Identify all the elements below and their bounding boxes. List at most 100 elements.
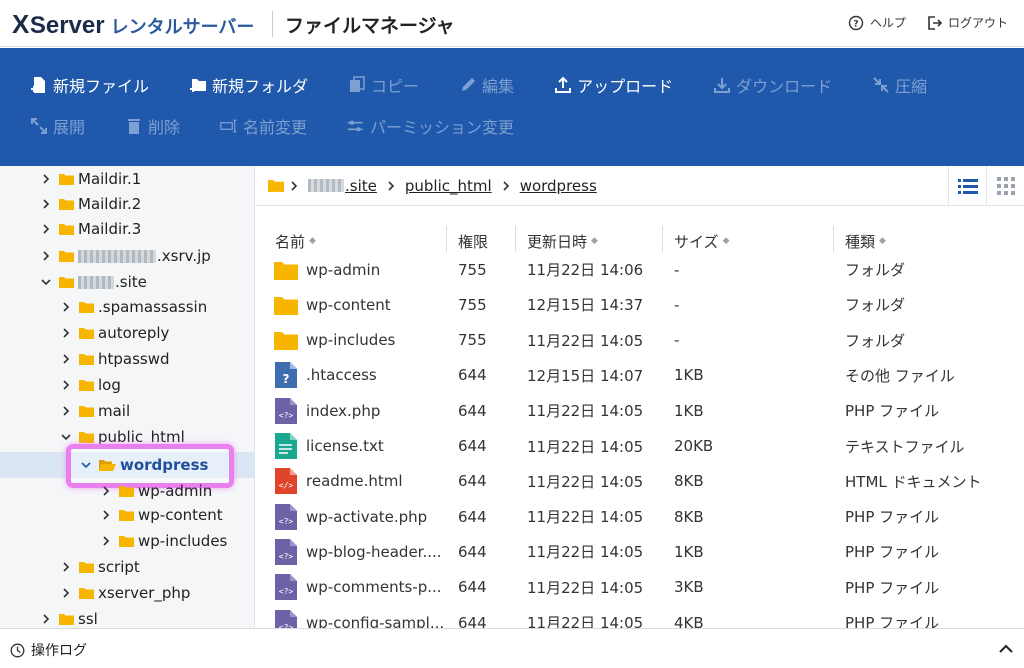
- download-button[interactable]: ダウンロード: [713, 74, 832, 96]
- file-name[interactable]: index.php: [306, 393, 380, 428]
- file-row[interactable]: <?> wp-comments-p... 644 11月22日 14:05 3KB PHP…: [256, 570, 1024, 605]
- file-row[interactable]: <?> index.php 644 11月22日 14:05 1KB PHP ファイル: [256, 393, 1024, 428]
- file-row[interactable]: <?> wp-activate.php 644 11月22日 14:05 8KB PHP …: [256, 499, 1024, 534]
- chevron-right-icon[interactable]: [100, 485, 112, 497]
- file-date: 11月22日 14:05: [527, 472, 644, 491]
- folder-icon: [268, 180, 284, 192]
- new-folder-icon: [190, 79, 207, 92]
- grid-view-button[interactable]: [986, 166, 1024, 206]
- redacted-text: [78, 249, 156, 263]
- file-permission: 644: [458, 578, 487, 597]
- chevron-right-icon[interactable]: [60, 561, 72, 573]
- extract-button[interactable]: 展開: [30, 115, 85, 137]
- tree-item-xserver-php[interactable]: xserver_php: [60, 580, 190, 606]
- breadcrumb-wordpress[interactable]: wordpress: [520, 177, 597, 195]
- operation-log-toggle[interactable]: 操作ログ: [10, 640, 87, 660]
- folder-icon: [79, 432, 94, 443]
- xserver-logo[interactable]: X Server レンタルサーバー: [12, 9, 254, 39]
- redacted-text: [78, 275, 114, 289]
- file-row[interactable]: wp-content 755 12月15日 14:37 - フォルダ: [256, 287, 1024, 322]
- chevron-right-icon[interactable]: [60, 587, 72, 599]
- file-row[interactable]: wp-includes 755 11月22日 14:05 - フォルダ: [256, 323, 1024, 358]
- chevron-right-icon[interactable]: [60, 379, 72, 391]
- new-file-button[interactable]: 新規ファイル: [30, 74, 149, 96]
- edit-button[interactable]: 編集: [459, 74, 514, 96]
- file-type: その他 ファイル: [845, 366, 955, 385]
- chevron-right-icon[interactable]: [40, 173, 52, 185]
- tree-item-wp-content[interactable]: wp-content: [100, 502, 223, 528]
- rename-button[interactable]: 名前変更: [220, 115, 307, 137]
- file-row[interactable]: license.txt 644 11月22日 14:05 20KB テキストファイル: [256, 429, 1024, 464]
- chevron-down-icon[interactable]: [60, 431, 72, 443]
- file-name[interactable]: wp-activate.php: [306, 499, 427, 534]
- copy-button[interactable]: コピー: [348, 74, 419, 96]
- tree-item-maildir1[interactable]: Maildir.1: [40, 166, 141, 192]
- chevron-right-icon[interactable]: [60, 353, 72, 365]
- chevron-down-icon[interactable]: [80, 459, 92, 471]
- chevron-down-icon[interactable]: [40, 276, 52, 288]
- file-name[interactable]: license.txt: [306, 429, 384, 464]
- file-permission: 755: [458, 331, 487, 350]
- chevron-up-icon[interactable]: [998, 641, 1014, 657]
- tree-item-spamassassin[interactable]: .spamassassin: [60, 294, 207, 320]
- tree-item-log[interactable]: log: [60, 372, 121, 398]
- file-type: PHP ファイル: [845, 402, 940, 421]
- chevron-right-icon[interactable]: [40, 198, 52, 210]
- file-name[interactable]: wp-content: [306, 287, 391, 322]
- chevron-right-icon[interactable]: [40, 223, 52, 235]
- tree-item-mail[interactable]: mail: [60, 398, 130, 424]
- column-header-type[interactable]: 種類 ◆: [845, 228, 886, 254]
- file-name[interactable]: wp-admin: [306, 252, 380, 287]
- breadcrumb-public-html[interactable]: public_html: [405, 177, 492, 195]
- tree-item-maildir3[interactable]: Maildir.3: [40, 216, 141, 242]
- file-row[interactable]: </> readme.html 644 11月22日 14:05 8KB HTML ドキュ…: [256, 464, 1024, 499]
- upload-button[interactable]: アップロード: [554, 74, 673, 96]
- file-name[interactable]: wp-includes: [306, 323, 395, 358]
- tree-item-wordpress[interactable]: wordpress: [80, 452, 208, 478]
- folder-icon: [59, 174, 74, 185]
- tree-item-wp-includes[interactable]: wp-includes: [100, 528, 227, 554]
- tree-item-site-domain[interactable]: .site: [40, 269, 147, 295]
- chevron-right-icon[interactable]: [60, 301, 72, 313]
- chevron-right-icon[interactable]: [100, 509, 112, 521]
- tree-item-xsrv-domain[interactable]: .xsrv.jp: [40, 243, 211, 269]
- file-icon-cell: <?>: [274, 393, 298, 428]
- column-header-name[interactable]: 名前 ◆: [275, 228, 316, 254]
- delete-button[interactable]: 削除: [125, 115, 180, 137]
- chevron-right-icon[interactable]: [40, 250, 52, 262]
- file-name[interactable]: wp-blog-header....: [306, 534, 442, 569]
- tree-label: script: [98, 558, 140, 576]
- file-row[interactable]: ? .htaccess 644 12月15日 14:07 1KB その他 ファイル: [256, 358, 1024, 393]
- tree-item-script[interactable]: script: [60, 554, 140, 580]
- column-header-size[interactable]: サイズ ◆: [674, 228, 729, 254]
- brand-server: Server: [29, 12, 105, 39]
- file-name[interactable]: readme.html: [306, 464, 403, 499]
- file-name[interactable]: .htaccess: [306, 358, 377, 393]
- logout-link[interactable]: ログアウト: [926, 14, 1008, 31]
- new-folder-button[interactable]: 新規フォルダ: [189, 74, 308, 96]
- tree-item-htpasswd[interactable]: htpasswd: [60, 346, 170, 372]
- column-header-perm[interactable]: 権限: [458, 228, 488, 254]
- tree-label: .spamassassin: [98, 298, 208, 316]
- tree-item-ssl[interactable]: ssl: [40, 606, 98, 628]
- breadcrumb-site[interactable]: .site: [345, 177, 377, 195]
- php-file-icon: <?>: [275, 503, 297, 530]
- chevron-right-icon[interactable]: [60, 405, 72, 417]
- tree-item-autoreply[interactable]: autoreply: [60, 320, 169, 346]
- file-row[interactable]: <?> wp-blog-header.... 644 11月22日 14:05 1KB P…: [256, 534, 1024, 569]
- chevron-right-icon[interactable]: [60, 327, 72, 339]
- chevron-right-icon[interactable]: [100, 535, 112, 547]
- chevron-right-icon[interactable]: [40, 613, 52, 625]
- help-link[interactable]: ? ヘルプ: [848, 14, 906, 31]
- compress-button[interactable]: 圧縮: [872, 74, 927, 96]
- tree-item-maildir2[interactable]: Maildir.2: [40, 191, 141, 217]
- list-view-button[interactable]: [948, 166, 986, 206]
- tree-item-wp-admin[interactable]: wp-admin: [100, 478, 212, 504]
- column-header-date[interactable]: 更新日時 ◆: [527, 228, 598, 254]
- permission-button[interactable]: パーミッション変更: [347, 115, 514, 137]
- file-row[interactable]: wp-admin 755 11月22日 14:06 - フォルダ: [256, 252, 1024, 287]
- folder-icon: [79, 354, 94, 365]
- tree-label: xserver_php: [98, 584, 191, 602]
- svg-text:<?>: <?>: [279, 517, 294, 526]
- file-name[interactable]: wp-comments-p...: [306, 570, 442, 605]
